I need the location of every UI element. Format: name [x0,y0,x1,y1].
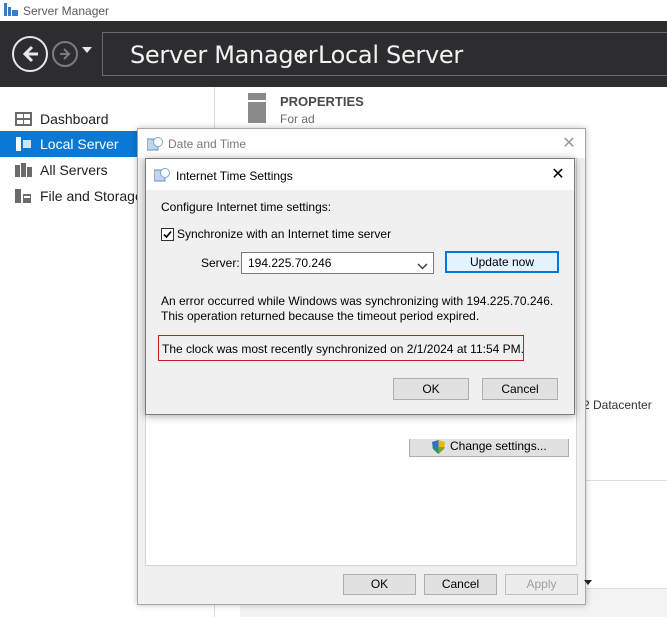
server-label: Server: [201,256,240,270]
all-servers-icon [15,163,32,177]
last-sync-message: The clock was most recently synchronized… [162,342,524,356]
cancel-button[interactable]: Cancel [424,574,497,595]
close-icon[interactable]: ✕ [558,134,580,154]
server-value: 194.225.70.246 [248,256,332,270]
arrow-left-icon [22,45,38,63]
file-storage-icon [15,189,32,203]
properties-title: PROPERTIES [280,94,364,109]
internet-time-title: Internet Time Settings [176,169,293,183]
sidebar-item-label: Local Server [40,136,119,152]
window-titlebar: Server Manager [0,0,667,21]
ok-button[interactable]: OK [393,378,469,400]
chevron-down-icon[interactable] [584,580,592,585]
internet-time-dialog: Internet Time Settings ✕ Configure Inter… [145,158,575,415]
history-dropdown-icon[interactable] [82,47,92,53]
last-sync-highlight: The clock was most recently synchronized… [158,335,524,361]
sidebar-item-label: File and Storage [40,188,143,204]
local-server-icon [15,137,32,151]
close-icon[interactable]: ✕ [547,165,569,185]
server-manager-icon [4,3,18,16]
breadcrumb-separator-icon [300,52,305,60]
clock-calendar-icon [146,137,163,151]
window-title: Server Manager [23,4,110,18]
change-settings-label: Change settings... [450,439,547,453]
header-bar: Server Manager Local Server [0,21,667,87]
checkmark-icon [163,230,172,239]
change-settings-button[interactable]: Change settings... [409,439,569,457]
configure-label: Configure Internet time settings: [161,200,332,214]
clock-calendar-icon [153,168,170,182]
back-button[interactable] [12,36,48,72]
arrow-right-icon [60,48,71,60]
ok-button[interactable]: OK [343,574,416,595]
divider [584,480,667,481]
sidebar-item-label: Dashboard [40,111,109,127]
chevron-down-icon[interactable] [417,259,428,273]
dashboard-icon [15,112,32,126]
sidebar-item-label: All Servers [40,162,108,178]
breadcrumb-local-server: Local Server [318,41,463,69]
server-properties-icon [248,93,266,123]
error-message: An error occurred while Windows was sync… [161,294,561,324]
apply-button[interactable]: Apply [505,574,578,595]
os-edition-text: 2 Datacenter [583,398,652,412]
sync-checkbox-label[interactable]: Synchronize with an Internet time server [177,227,391,241]
properties-subtitle: For ad [280,112,315,126]
update-now-button[interactable]: Update now [445,251,559,273]
forward-button[interactable] [52,41,78,67]
cancel-button[interactable]: Cancel [482,378,558,400]
date-time-titlebar: Date and Time ✕ [138,129,585,158]
error-line-1: An error occurred while Windows was sync… [161,294,554,308]
sync-checkbox[interactable] [161,228,174,241]
error-line-2: This operation returned because the time… [161,309,480,323]
internet-time-titlebar: Internet Time Settings ✕ [146,159,574,190]
internet-time-body: Configure Internet time settings: Synchr… [146,190,574,414]
breadcrumb-server-manager[interactable]: Server Manager [130,41,318,69]
server-combobox[interactable]: 194.225.70.246 [241,252,434,274]
date-time-title: Date and Time [168,137,247,151]
uac-shield-icon [432,440,445,454]
